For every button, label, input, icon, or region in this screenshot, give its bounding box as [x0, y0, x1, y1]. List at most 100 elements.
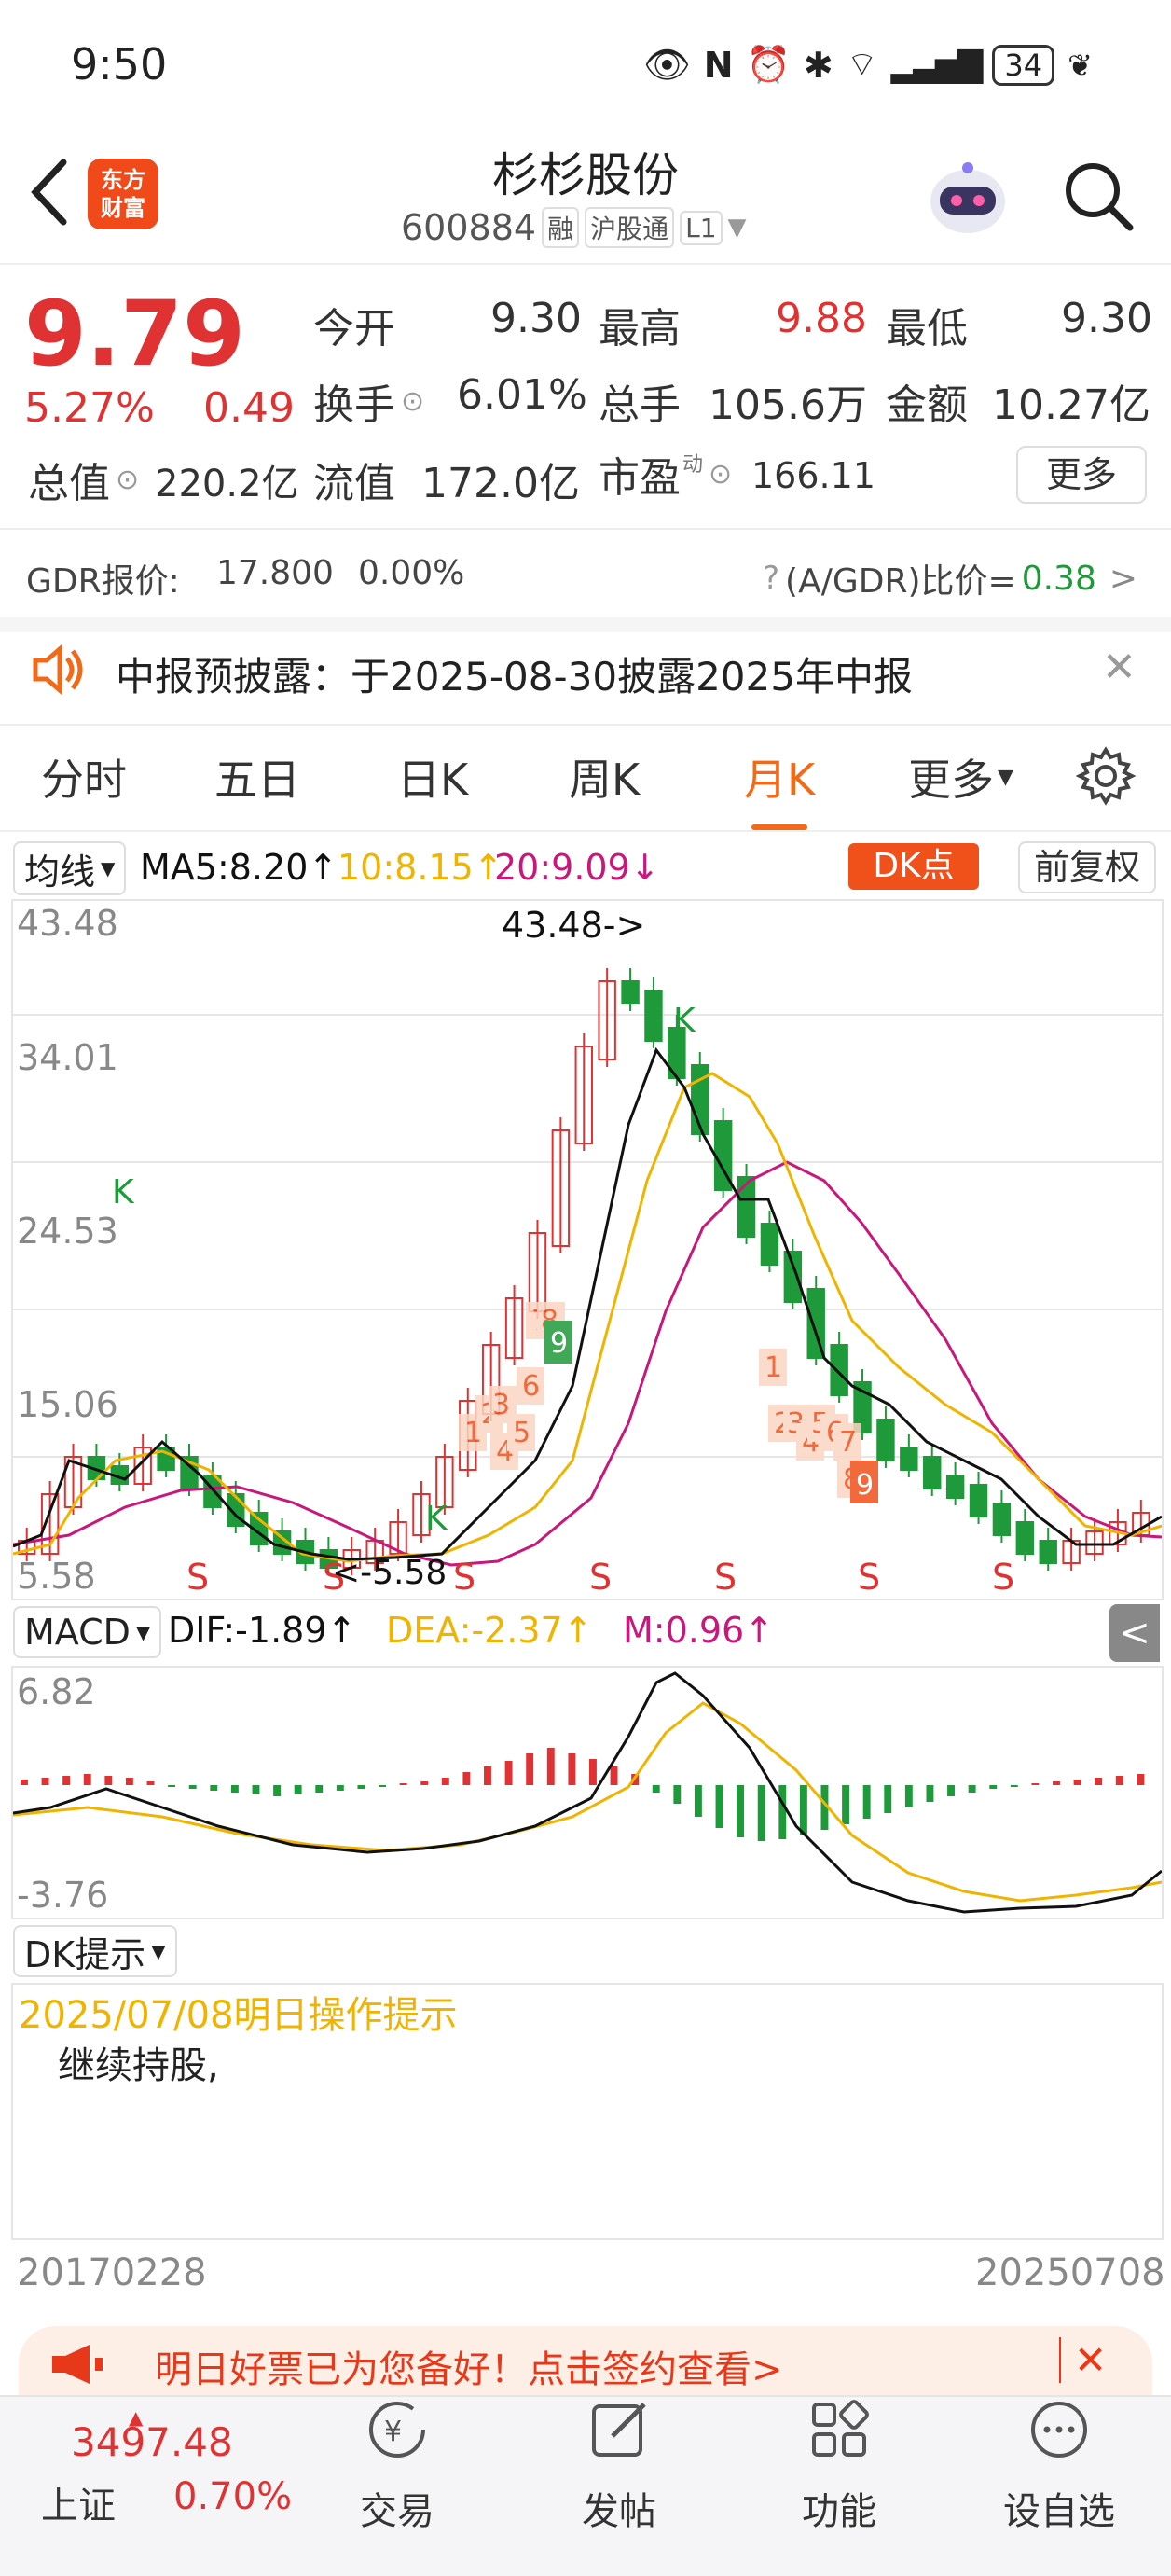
change-percent: 5.27% [24, 384, 155, 432]
macd-dif: DIF:-1.89↑ [168, 1610, 357, 1651]
dk-point-button[interactable]: DK点 [848, 843, 979, 890]
gdr-label: GDR报价: [26, 562, 180, 601]
macd-bar [989, 1785, 998, 1789]
chevron-right-icon: > [1109, 559, 1138, 598]
tab-weekly-k[interactable]: 周K [569, 746, 640, 808]
signal-s: S [186, 1557, 209, 1598]
ma10-value: 10:8.15↑ [338, 847, 503, 888]
search-icon[interactable] [1061, 159, 1136, 233]
macd-bar [441, 1778, 449, 1785]
macd-bar [379, 1785, 386, 1787]
functions-label[interactable]: 功能 [746, 2481, 932, 2535]
signal-s: S [714, 1557, 737, 1598]
watchlist-label[interactable]: 设自选 [966, 2481, 1152, 2535]
market-cap-label: 总值 [28, 460, 110, 507]
high-annotation: 43.48-> [502, 905, 646, 946]
trade-icon[interactable]: ¥ [304, 2397, 490, 2466]
tag-connect: 沪股通 [585, 207, 675, 248]
macd-bar [842, 1785, 850, 1824]
tab-daily-k[interactable]: 日K [397, 746, 468, 808]
settings-gear-icon[interactable] [1075, 746, 1137, 806]
info-icon[interactable]: ⊙ [401, 385, 424, 418]
macd-bar [1010, 1785, 1018, 1787]
promo-close-icon[interactable]: ✕ [1059, 2337, 1107, 2383]
ma-selector[interactable]: 均线 ▼ [13, 841, 127, 895]
macd-bar [83, 1774, 91, 1785]
ma5-value: MA5:8.20↑ [140, 847, 338, 888]
candles-group [18, 968, 1150, 1575]
help-icon[interactable]: ? [763, 560, 779, 597]
promo-banner[interactable]: 明日好票已为您备好！点击签约查看> ✕ [19, 2326, 1152, 2401]
index-panel[interactable]: ▲ 3497.48 上证 0.70% [37, 2406, 317, 2565]
info-icon[interactable]: ⊙ [709, 458, 732, 491]
gdr-ratio-value: 0.38 [1021, 559, 1096, 598]
tab-intraday[interactable]: 分时 [41, 746, 127, 808]
tab-monthly-k[interactable]: 月K [744, 746, 815, 830]
candle-body [644, 990, 663, 1042]
trade-label[interactable]: 交易 [304, 2481, 490, 2535]
candle-body [760, 1223, 779, 1266]
notice-text[interactable]: 中报预披露：于2025-08-30披露2025年中报 [116, 645, 913, 702]
collapse-arrow-button[interactable]: < [1109, 1604, 1160, 1662]
pe-value: 166.11 [751, 455, 875, 496]
amount-value: 10.27亿 [992, 381, 1150, 429]
macd-bar [652, 1785, 660, 1793]
macd-histogram [21, 1748, 1145, 1841]
robot-assistant-icon[interactable] [923, 153, 1013, 242]
macd-bar [41, 1778, 49, 1785]
macd-bar [1095, 1778, 1103, 1785]
current-price: 9.79 [24, 282, 245, 386]
dropdown-icon[interactable]: ▼ [728, 214, 747, 242]
watchlist-icon[interactable] [966, 2397, 1152, 2466]
gdr-ratio-label: (A/GDR)比价= [785, 562, 1016, 601]
dk-selector-label: DK提示 [24, 1933, 146, 1975]
macd-bar [968, 1785, 976, 1793]
post-icon[interactable] [526, 2397, 712, 2466]
tag-margin: 融 [542, 207, 580, 248]
more-button[interactable]: 更多 [1016, 446, 1147, 504]
alarm-icon: ⏰ [746, 44, 791, 85]
candlestick-chart[interactable]: K K K S S S S S S S 1 2 3 4 5 6 7 8 9 1 … [11, 899, 1164, 1600]
ma20-value: 20:9.09↓ [494, 847, 660, 888]
info-icon[interactable]: ⊙ [116, 464, 139, 496]
post-label[interactable]: 发帖 [526, 2481, 712, 2535]
signal-icon: ▂▃▅▇ [890, 46, 984, 84]
tab-five-day[interactable]: 五日 [214, 746, 300, 808]
nfc-icon: N [703, 44, 734, 86]
macd-bar [526, 1753, 534, 1785]
macd-chart[interactable]: 6.82 -3.76 [11, 1666, 1164, 1919]
macd-bar [715, 1785, 723, 1828]
functions-icon[interactable] [746, 2397, 932, 2466]
ma-selector-label: 均线 [24, 851, 96, 893]
candle-body [923, 1456, 942, 1489]
macd-dea: DEA:-2.37↑ [386, 1610, 593, 1651]
speaker-icon [28, 640, 88, 699]
dk-selector[interactable]: DK提示 ▼ [13, 1925, 177, 1977]
adjust-button[interactable]: 前复权 [1018, 841, 1156, 893]
svg-text:5: 5 [513, 1417, 530, 1449]
market-cap-label-row: 总值 ⊙ [28, 450, 139, 509]
gdr-ratio[interactable]: ? (A/GDR)比价= 0.38 > [763, 554, 1137, 602]
high-label: 最高 [599, 305, 681, 353]
macd-bar [757, 1785, 765, 1841]
gdr-pct: 0.00% [358, 554, 465, 592]
macd-bar [568, 1753, 576, 1785]
dif-line [12, 1671, 1163, 1914]
macd-bar [926, 1785, 934, 1802]
dea-line [12, 1701, 1163, 1903]
open-label: 今开 [313, 305, 395, 353]
candle-body [830, 1344, 848, 1396]
tab-more[interactable]: 更多 ▼ [908, 746, 1013, 808]
svg-text:9: 9 [856, 1469, 874, 1502]
macd-bar [62, 1776, 71, 1785]
stock-code-row: 600884 融 沪股通 L1 ▼ [401, 207, 747, 248]
macd-bar [168, 1785, 176, 1787]
date-start: 20170228 [17, 2251, 207, 2294]
macd-selector[interactable]: MACD ▼ [13, 1606, 162, 1658]
macd-bar [146, 1781, 155, 1785]
svg-text:1: 1 [765, 1351, 782, 1384]
macd-bar [21, 1780, 28, 1785]
candle-body [876, 1419, 895, 1461]
macd-bar [484, 1766, 491, 1785]
close-icon[interactable]: ✕ [1102, 644, 1137, 691]
